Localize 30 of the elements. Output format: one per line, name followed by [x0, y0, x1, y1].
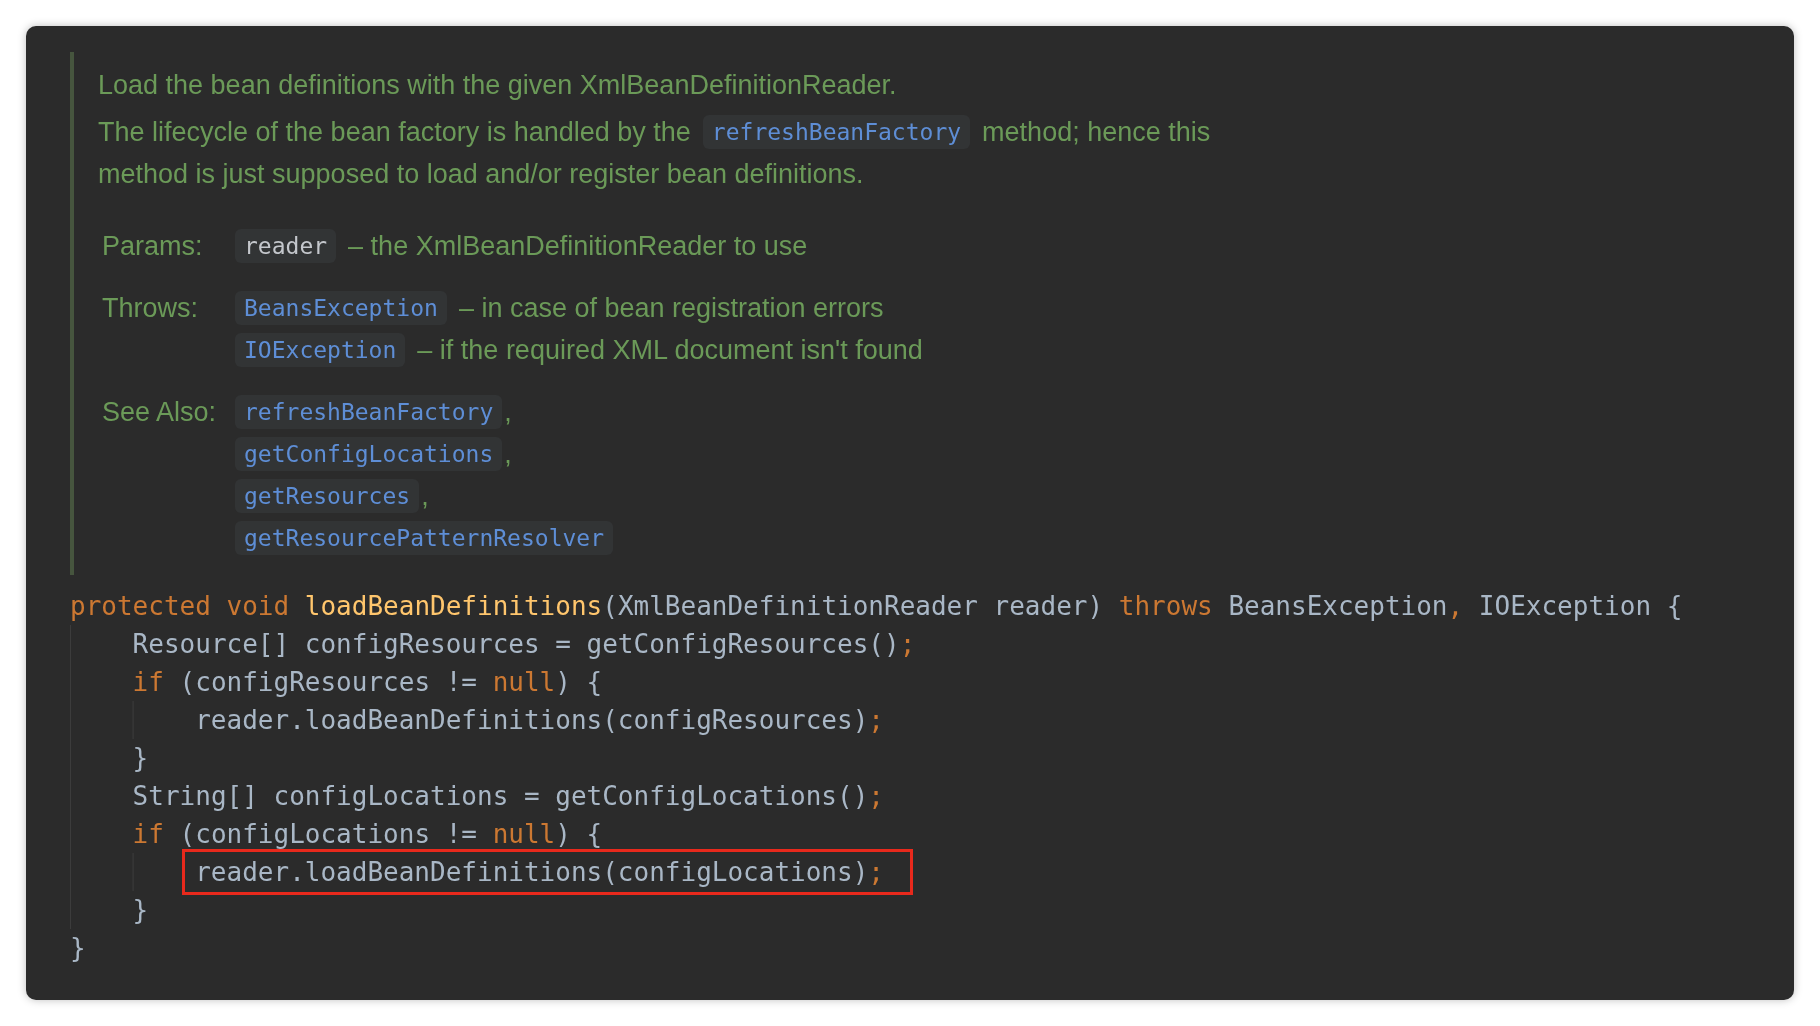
doc-text: – if the required XML document isn't found: [417, 334, 923, 366]
doc-link[interactable]: getResources: [235, 479, 420, 513]
code-line: String[] configLocations = getConfigLocations();: [132, 781, 884, 811]
doc-link[interactable]: getConfigLocations: [235, 437, 503, 471]
comma: ,: [421, 480, 429, 512]
code-line: if (configLocations != null) {: [132, 819, 603, 849]
code-line: reader.loadBeanDefinitions(configResources);: [195, 705, 884, 735]
doc-link[interactable]: getResourcePatternResolver: [235, 521, 614, 555]
parameter-name: reader: [235, 229, 337, 263]
doc-text: method; hence this: [982, 116, 1211, 148]
doc-text: The lifecycle of the bean factory is handled by the: [98, 116, 691, 148]
code-line: if (configResources != null) {: [132, 667, 603, 697]
section-label: See Also:: [102, 396, 217, 428]
doc-link[interactable]: IOException: [235, 333, 406, 367]
doc-link[interactable]: refreshBeanFactory: [702, 115, 971, 149]
code-line: Resource[] configResources = getConfigResources();: [132, 629, 916, 659]
comma: ,: [504, 438, 512, 470]
comma: ,: [504, 396, 512, 428]
code-line: }: [132, 743, 149, 773]
code-line: }: [132, 895, 149, 925]
doc-text: Load the bean definitions with the given XmlBeanDefinitionReader.: [98, 69, 897, 101]
doc-text: – the XmlBeanDefinitionReader to use: [348, 230, 808, 262]
doc-link[interactable]: BeansException: [235, 291, 447, 325]
code-line: }: [70, 933, 86, 963]
doc-text: method is just supposed to load and/or register bean definitions.: [98, 158, 864, 190]
section-label: Params:: [102, 230, 203, 262]
doc-text: – in case of bean registration errors: [458, 292, 884, 324]
code-line: protected void loadBeanDefinitions(XmlBeanDefinitionReader reader) throws BeansException, IOException {: [70, 591, 1683, 621]
doc-link[interactable]: refreshBeanFactory: [235, 395, 503, 429]
section-label: Throws:: [102, 292, 199, 324]
